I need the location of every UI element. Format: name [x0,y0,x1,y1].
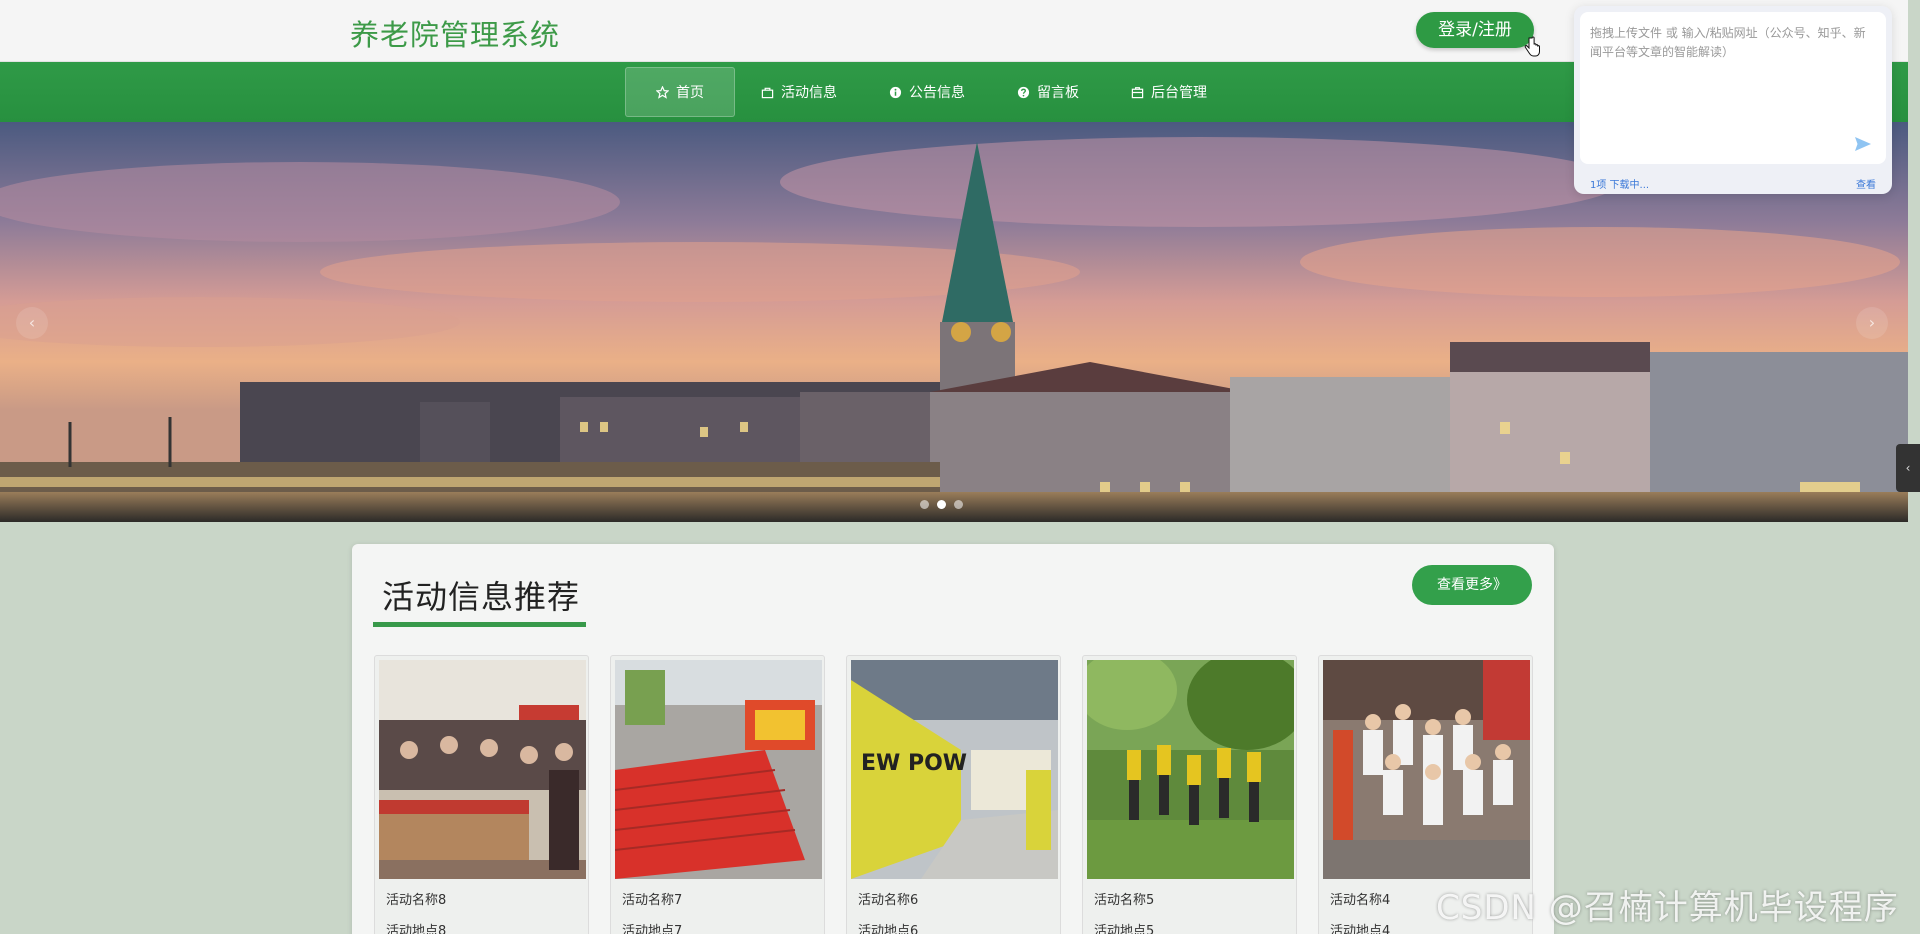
activity-location: 活动地点7 [622,924,683,934]
bag-icon [761,87,774,98]
banner-prev-button[interactable]: ‹ [16,307,48,339]
nav-item-activities[interactable]: 活动信息 [735,67,863,117]
banner-dot[interactable] [920,500,929,509]
activity-card[interactable]: EW POW 活动名称6 活动地点6 [846,655,1061,934]
view-link[interactable]: 查看 [1856,176,1876,191]
download-status: 1项 下载中... [1590,180,1650,191]
section-underline [373,622,586,627]
banner-dot-active[interactable] [937,500,946,509]
activity-card[interactable]: 活动名称5 活动地点5 [1082,655,1297,934]
help-icon [1017,86,1030,98]
activity-name: 活动名称5 [1094,893,1155,908]
activity-photo [379,660,586,879]
info-icon [889,86,902,98]
activity-card[interactable]: 活动名称8 活动地点8 [374,655,589,934]
side-collapse-tab[interactable]: ‹ [1896,444,1920,492]
activity-name: 活动名称6 [858,893,919,908]
nav-item-home[interactable]: 首页 [625,67,735,117]
activity-card-list: 活动名称8 活动地点8 活动名称7 活动地点7 EW POW 活动名称6 活动地… [374,655,1533,934]
banner-dot[interactable] [954,500,963,509]
nav-item-admin[interactable]: 后台管理 [1105,67,1233,117]
nav-item-message-board[interactable]: 留言板 [991,67,1105,117]
svg-text:EW POW: EW POW [861,751,967,776]
watermark: CSDN @召楠计算机毕设程序 [1436,888,1899,928]
section-title: 活动信息推荐 [382,578,581,616]
banner-next-button[interactable]: › [1856,307,1888,339]
activity-name: 活动名称8 [386,893,447,908]
activity-name: 活动名称7 [622,893,683,908]
nav-item-label: 活动信息 [781,85,837,101]
activity-location: 活动地点6 [858,924,919,934]
activity-location: 活动地点8 [386,924,447,934]
activity-photo [1087,660,1294,879]
nav-item-label: 公告信息 [909,85,965,101]
banner-pagination [920,500,963,509]
nav-item-label: 留言板 [1037,85,1079,101]
nav-item-label: 首页 [676,85,704,101]
hand-cursor-icon [1524,36,1540,57]
star-icon [656,85,669,99]
activity-recommend-section: 活动信息推荐 查看更多》 活动名称8 活动地点8 活动名称7 活动地点7 EW … [352,544,1554,934]
login-register-button[interactable]: 登录/注册 [1416,12,1534,48]
site-title: 养老院管理系统 [350,18,561,52]
ai-input-placeholder: 拖拽上传文件 或 输入/粘贴网址（公众号、知乎、新闻平台等文章的智能解读） [1590,26,1866,59]
activity-photo [1323,660,1530,879]
view-more-button[interactable]: 查看更多》 [1412,565,1532,605]
send-icon[interactable] [1854,136,1872,152]
nav-item-label: 后台管理 [1151,85,1207,101]
activity-photo: EW POW [851,660,1058,879]
briefcase-icon [1131,86,1144,98]
nav-item-notices[interactable]: 公告信息 [863,67,991,117]
activity-photo [615,660,822,879]
ai-assistant-panel: 拖拽上传文件 或 输入/粘贴网址（公众号、知乎、新闻平台等文章的智能解读） 1项… [1574,6,1892,194]
ai-input-field[interactable]: 拖拽上传文件 或 输入/粘贴网址（公众号、知乎、新闻平台等文章的智能解读） [1580,12,1886,164]
activity-card[interactable]: 活动名称7 活动地点7 [610,655,825,934]
activity-location: 活动地点5 [1094,924,1155,934]
